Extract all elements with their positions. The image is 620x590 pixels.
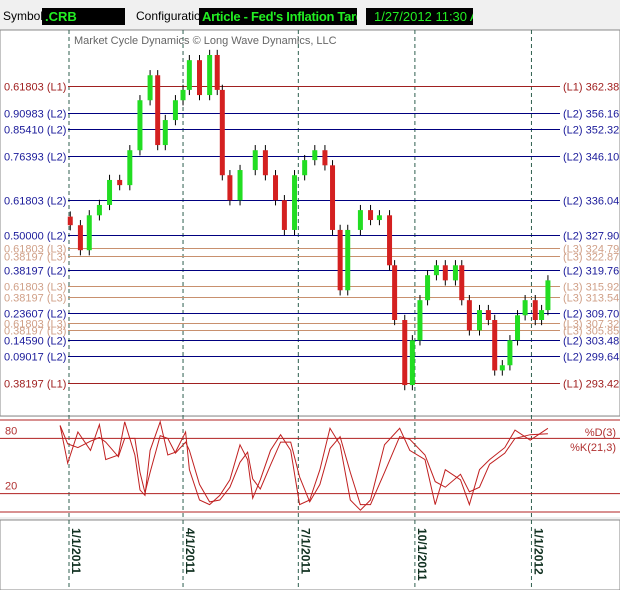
candle [466,300,472,331]
candle [402,320,408,386]
candle [330,165,336,230]
level-ratio-label: 0.38197 (L2) [4,266,66,278]
level-ratio-label: 0.90983 (L2) [4,109,66,121]
candle [387,215,393,266]
candle [376,215,382,221]
candle [96,204,102,216]
level-ratio-label: 0.85410 (L2) [4,125,66,137]
candle [292,175,298,230]
candle [417,300,423,341]
candle [322,150,328,166]
level-value-label: (L3) 313.54 [563,293,619,305]
level-value-label: (L2) 346.10 [563,152,619,164]
candle [67,216,73,226]
candle [302,160,308,176]
candle [392,265,398,321]
candle [219,89,225,176]
level-value-label: (L1) 293.42 [563,379,619,391]
level-value-label: (L2) 327.90 [563,231,619,243]
level-ratio-label: 0.09017 (L2) [4,352,66,364]
osc-legend-label: %K(21,3) [570,442,616,454]
candle [273,175,279,201]
candle [485,310,491,321]
level-value-label: (L2) 336.04 [563,196,619,208]
level-value-label: (L2) 319.76 [563,266,619,278]
price-chart: Market Cycle Dynamics © Long Wave Dynami… [0,29,620,590]
watermark: Market Cycle Dynamics © Long Wave Dynami… [74,35,337,47]
candle [539,310,545,321]
candle [492,320,498,371]
level-value-label: (L1) 362.38 [563,82,619,94]
level-value-label: (L2) 299.64 [563,352,619,364]
level-ratio-label: 0.61803 (L1) [4,82,66,94]
x-tick-label: 1/1/2011 [69,528,83,574]
osc-level-label: 20 [5,481,17,493]
candle [499,365,505,371]
candle [127,150,133,186]
candle [155,75,161,146]
candle [147,75,153,101]
candle [459,265,465,301]
candle [197,60,203,96]
candle [214,54,220,90]
level-ratio-label: 0.76393 (L2) [4,152,66,164]
level-ratio-label: 0.61803 (L2) [4,196,66,208]
candle [207,54,213,96]
price-panel [0,29,620,417]
candle [368,210,374,221]
candle [442,265,448,281]
candle [237,170,243,201]
candle [227,175,233,201]
x-tick-label: 1/1/2012 [531,528,545,575]
x-tick-label: 7/1/2011 [298,528,312,574]
level-value-label: (L2) 352.32 [563,125,619,137]
candle [262,150,268,176]
candle [507,340,513,366]
candle [409,340,415,386]
level-ratio-label: 0.38197 (L1) [4,379,66,391]
candle [477,310,483,331]
x-tick-label: 4/1/2011 [183,528,197,574]
osc-level-label: 80 [5,425,17,437]
candle [452,265,458,281]
x-tick-label: 10/1/2011 [415,528,429,581]
candle [117,179,123,186]
candle [281,200,287,230]
candle [433,265,439,276]
candle [532,300,538,321]
level-value-label: (L3) 322.87 [563,252,619,264]
candle [357,210,363,230]
osc-legend-label: %D(3) [585,427,616,439]
candle [107,179,113,205]
candle [86,215,92,251]
level-value-label: (L2) 356.16 [563,109,619,121]
candle [522,300,528,316]
candle [345,229,351,291]
level-value-label: (L2) 303.48 [563,336,619,348]
candle [172,100,178,121]
candle [252,150,258,171]
candle [162,120,168,146]
level-ratio-label: 0.38197 (L3) [4,252,66,264]
candle [186,60,192,90]
candle [337,229,343,291]
candle [312,150,318,161]
candle [515,315,521,341]
candle [77,225,83,251]
candle [545,280,551,311]
candle [137,100,143,151]
level-ratio-label: 0.14590 (L2) [4,336,66,348]
candle [180,89,186,101]
level-ratio-label: 0.38197 (L3) [4,293,66,305]
candle [425,275,431,301]
level-ratio-label: 0.50000 (L2) [4,231,66,243]
